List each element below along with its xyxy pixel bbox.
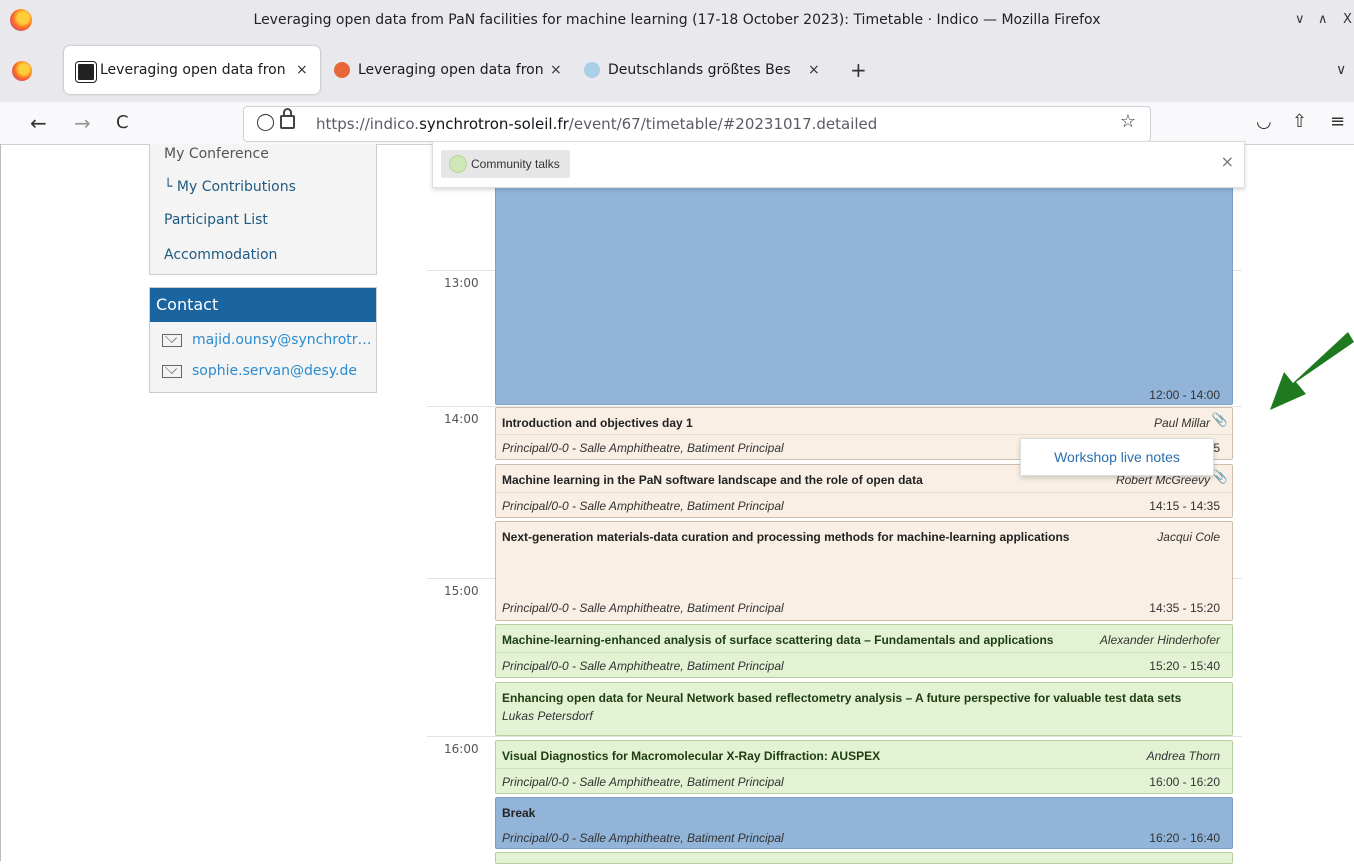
tab-indico-active[interactable]: Leveraging open data fron × — [64, 46, 320, 94]
entry-time: 14:15 - 14:35 — [1149, 499, 1220, 513]
session-chip-community-talks[interactable]: Community talks — [441, 150, 570, 178]
entry-time: 14:35 - 15:20 — [1149, 601, 1220, 615]
entry-location: Principal/0-0 - Salle Amphitheatre, Bati… — [502, 659, 784, 673]
chip-label: Community talks — [471, 157, 560, 171]
entry-speaker: Lukas Petersdorf — [502, 709, 593, 723]
tab-label: Leveraging open data fron — [100, 62, 286, 78]
entry-time: 16:20 - 16:40 — [1149, 831, 1220, 845]
entry-time: 16:00 - 16:20 — [1149, 775, 1220, 789]
url-bar[interactable]: ◯ https://indico.synchrotron-soleil.fr/e… — [243, 106, 1151, 142]
tab-deutschlands[interactable]: Deutschlands größtes Bes × — [572, 46, 842, 94]
menu-hamburger-icon[interactable]: ≡ — [1330, 111, 1345, 132]
entry-location: Principal/0-0 - Salle Amphitheatre, Bati… — [502, 831, 784, 845]
contact-email-link[interactable]: sophie.servan@desy.de — [162, 363, 372, 379]
tab-close-icon[interactable]: × — [296, 46, 308, 94]
tab-close-icon[interactable]: × — [550, 46, 562, 94]
entry-location: Principal/0-0 - Salle Amphitheatre, Bati… — [502, 441, 784, 455]
indico-favicon-icon — [76, 62, 96, 82]
window-titlebar: Leveraging open data from PaN facilities… — [0, 0, 1354, 40]
hour-label: 13:00 — [444, 276, 479, 290]
attachment-tooltip-link[interactable]: Workshop live notes — [1020, 438, 1214, 476]
timetable-entry-partial[interactable] — [495, 852, 1233, 864]
entry-divider — [496, 434, 1232, 435]
timetable-entry[interactable]: Machine-learning-enhanced analysis of su… — [495, 624, 1233, 678]
event-menu: My Conference └ My Contributions Partici… — [149, 144, 377, 275]
paperclip-icon[interactable]: 📎 — [1212, 469, 1228, 485]
timetable-entry[interactable]: Visual Diagnostics for Macromolecular X-… — [495, 740, 1233, 794]
hour-label: 15:00 — [444, 584, 479, 598]
pocket-icon[interactable]: ◡ — [1256, 111, 1272, 132]
window-edge — [0, 144, 1, 861]
entry-speaker: Paul Millar — [1153, 416, 1210, 430]
tab-label: Deutschlands größtes Bes — [608, 62, 791, 78]
entry-speaker: Alexander Hinderhofer — [1099, 633, 1220, 647]
maximize-button[interactable]: ∧ — [1318, 12, 1328, 27]
timetable-break[interactable]: Break Principal/0-0 - Salle Amphitheatre… — [495, 797, 1233, 849]
share-icon[interactable]: ⇧ — [1292, 111, 1307, 132]
close-window-button[interactable]: X — [1343, 12, 1352, 27]
tab-bar: Leveraging open data fron × Leveraging o… — [0, 40, 1354, 102]
entry-title: Enhancing open data for Neural Network b… — [502, 691, 1182, 705]
new-tab-button[interactable]: + — [850, 46, 867, 94]
entry-divider — [496, 492, 1232, 493]
tab-close-icon[interactable]: × — [808, 46, 820, 94]
entry-time: 5 — [1213, 441, 1220, 455]
timetable-entry[interactable]: Enhancing open data for Neural Network b… — [495, 682, 1233, 736]
tab-indico-2[interactable]: Leveraging open data fron × — [322, 46, 570, 94]
contact-heading: Contact — [150, 288, 376, 322]
bookmark-star-icon[interactable]: ☆ — [1120, 111, 1136, 132]
entry-divider — [496, 768, 1232, 769]
envelope-icon — [162, 364, 182, 378]
shield-icon[interactable]: ◯ — [256, 112, 275, 132]
entry-divider — [496, 652, 1232, 653]
session-time: 12:00 - 14:00 — [1149, 388, 1220, 402]
contact-box: Contact majid.ounsy@synchrotr… sophie.se… — [149, 287, 377, 393]
entry-speaker: Jacqui Cole — [1157, 530, 1220, 544]
menu-my-contributions[interactable]: └ My Contributions — [164, 179, 296, 195]
window-title: Leveraging open data from PaN facilities… — [253, 12, 1101, 28]
entry-title: Visual Diagnostics for Macromolecular X-… — [502, 749, 881, 763]
hour-label: 16:00 — [444, 742, 479, 756]
envelope-icon — [162, 333, 182, 347]
hour-label: 14:00 — [444, 412, 479, 426]
reload-button[interactable]: C — [116, 109, 129, 137]
minimize-button[interactable]: ∨ — [1295, 12, 1305, 27]
firefox-view-icon[interactable] — [12, 61, 32, 81]
entry-title: Machine learning in the PaN software lan… — [502, 473, 923, 487]
entry-title: Introduction and objectives day 1 — [502, 416, 693, 430]
entry-location: Principal/0-0 - Salle Amphitheatre, Bati… — [502, 499, 784, 513]
menu-participant-list[interactable]: Participant List — [164, 212, 268, 228]
entry-location: Principal/0-0 - Salle Amphitheatre, Bati… — [502, 601, 784, 615]
session-legend-popup: Community talks × — [432, 141, 1245, 188]
break-title: Break — [502, 806, 536, 820]
navigation-toolbar: ← → C ◯ https://indico.synchrotron-solei… — [0, 102, 1354, 145]
menu-accommodation[interactable]: Accommodation — [164, 247, 277, 263]
entry-title: Machine-learning-enhanced analysis of su… — [502, 633, 1054, 647]
back-button[interactable]: ← — [30, 109, 47, 137]
entry-title: Next-generation materials-data curation … — [502, 530, 1070, 544]
entry-speaker: Andrea Thorn — [1146, 749, 1220, 763]
hour-gridline — [427, 736, 1242, 737]
paperclip-icon[interactable]: 📎 — [1212, 412, 1228, 428]
url-text[interactable]: https://indico.synchrotron-soleil.fr/eve… — [316, 107, 877, 141]
menu-my-conference[interactable]: My Conference — [164, 146, 269, 162]
entry-time: 15:20 - 15:40 — [1149, 659, 1220, 673]
lock-icon[interactable] — [280, 108, 295, 129]
snowflake-favicon-icon — [584, 62, 600, 78]
forward-button[interactable]: → — [74, 109, 91, 137]
list-all-tabs-button[interactable]: ∨ — [1336, 46, 1346, 94]
session-color-dot — [449, 155, 467, 173]
timetable-entry[interactable]: Next-generation materials-data curation … — [495, 521, 1233, 621]
entry-location: Principal/0-0 - Salle Amphitheatre, Bati… — [502, 775, 784, 789]
tab-label: Leveraging open data fron — [358, 62, 544, 78]
close-popup-button[interactable]: × — [1221, 152, 1234, 171]
contact-email-link[interactable]: majid.ounsy@synchrotr… — [162, 332, 372, 348]
annotation-arrow-icon — [1270, 332, 1354, 410]
indico-owl-favicon-icon — [334, 62, 350, 78]
